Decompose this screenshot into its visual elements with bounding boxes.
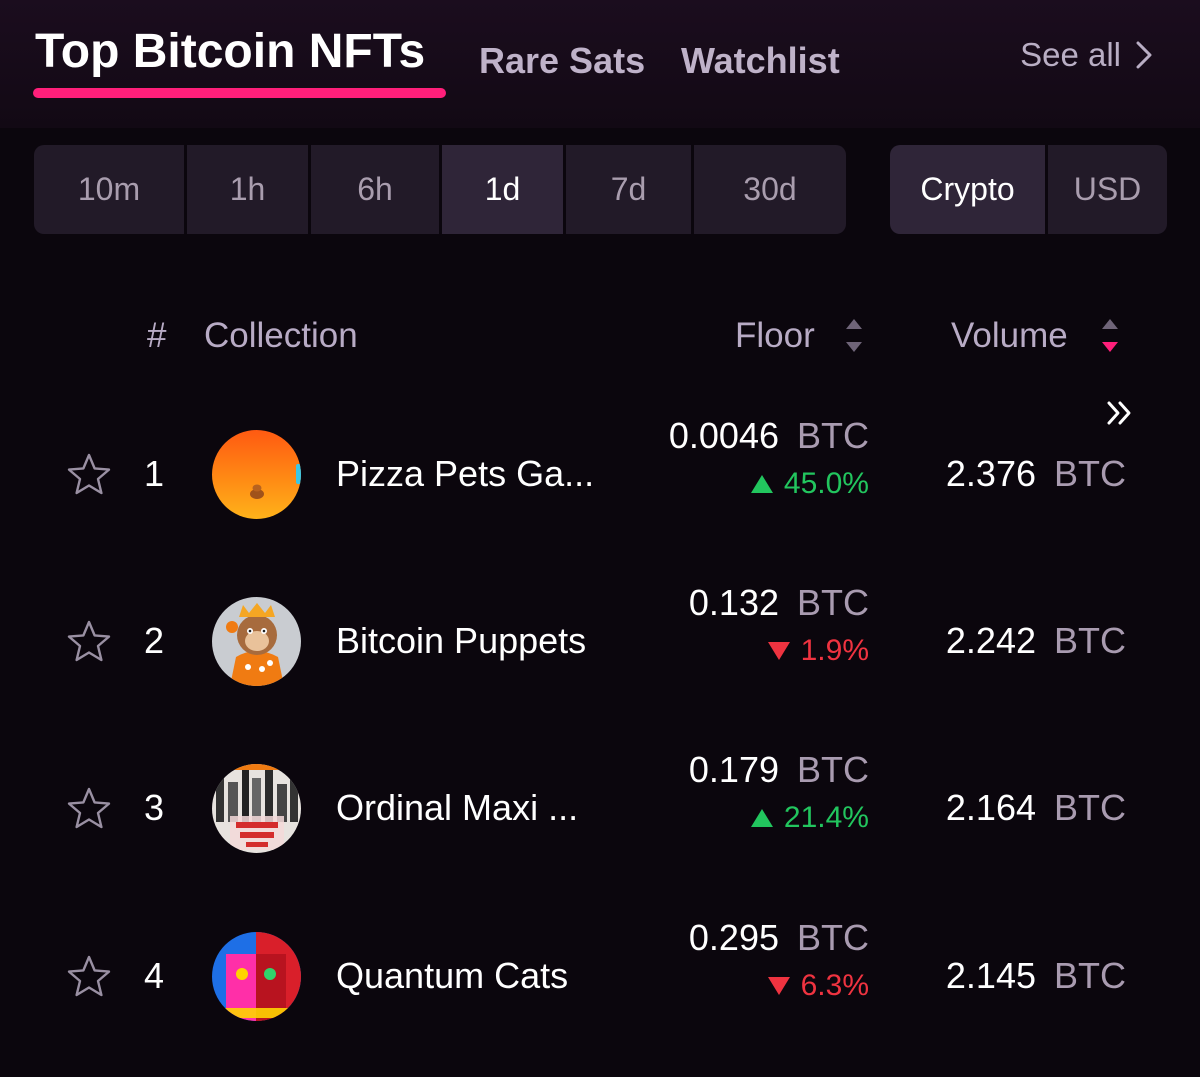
change-value: 1.9% [800,634,869,667]
column-floor-header[interactable]: Floor [735,316,815,356]
collection-name[interactable]: Pizza Pets Ga... [336,453,594,495]
floor-sort-icon[interactable] [844,314,864,356]
header-bar: Top Bitcoin NFTs Rare Sats Watchlist See… [0,0,1200,128]
time-option-6h[interactable]: 6h [311,145,439,234]
collection-avatar [212,597,301,686]
collection-name[interactable]: Bitcoin Puppets [336,620,586,662]
volume: 2.376 BTC [946,453,1126,495]
tab-watchlist[interactable]: Watchlist [681,40,840,82]
time-option-1d[interactable]: 1d [442,145,563,234]
floor-change: 45.0% [750,467,869,501]
see-all-link[interactable]: See all [1020,36,1153,74]
collection-avatar [212,430,301,519]
floor-value: 0.0046 [668,415,779,456]
table-header: # Collection Floor Volume [0,310,1200,365]
time-option-1h[interactable]: 1h [187,145,308,234]
currency-option-crypto[interactable]: Crypto [890,145,1045,234]
volume-value: 2.242 [945,620,1036,661]
volume-value: 2.145 [945,955,1036,996]
time-option-30d[interactable]: 30d [694,145,846,234]
rank-number: 3 [144,787,165,828]
volume: 2.145 BTC [946,955,1126,997]
volume: 2.242 BTC [946,620,1126,662]
collection-avatar [212,764,301,853]
column-rank-header: # [147,316,167,355]
table-row[interactable]: 2 Bitcoin Puppets 0.132 BTC 1.9% 2.242 BTC [0,582,1200,702]
collection-name[interactable]: Ordinal Maxi ... [336,787,578,829]
star-icon[interactable] [66,619,112,665]
star-icon[interactable] [66,452,112,498]
active-tab-indicator [33,88,446,98]
floor-unit: BTC [797,582,869,623]
time-option-7d[interactable]: 7d [566,145,691,234]
floor-value: 0.132 [688,582,779,623]
triangle-up-icon [750,809,773,827]
table-row[interactable]: 1 Pizza Pets Ga... 0.0046 BTC 45.0% 2.376… [0,415,1200,535]
floor-change: 1.9% [767,634,869,668]
column-collection-header: Collection [204,316,358,355]
floor-unit: BTC [797,415,869,456]
table-row[interactable]: 3 Ordinal Maxi ... 0.179 BTC 21.4% 2.164 B… [0,749,1200,869]
collection-avatar [212,932,301,1021]
floor-change: 21.4% [750,801,869,835]
triangle-up-icon [750,475,773,493]
floor-price: 0.179 BTC [689,749,869,791]
floor-unit: BTC [797,917,869,958]
floor-price: 0.295 BTC [689,917,869,959]
volume-unit: BTC [1054,787,1126,828]
rank-number: 1 [144,453,165,494]
change-value: 45.0% [783,467,869,500]
volume-unit: BTC [1054,453,1126,494]
floor-price: 0.0046 BTC [669,415,869,457]
floor-price: 0.132 BTC [689,582,869,624]
change-value: 6.3% [800,969,869,1002]
see-all-label: See all [1020,36,1121,73]
currency-option-usd[interactable]: USD [1048,145,1167,234]
star-icon[interactable] [66,786,112,832]
triangle-down-icon [767,977,790,995]
floor-unit: BTC [797,749,869,790]
tab-rare-sats[interactable]: Rare Sats [479,40,645,82]
rank-number: 2 [144,620,165,661]
column-volume-header[interactable]: Volume [951,316,1068,356]
table-row[interactable]: 4 Quantum Cats 0.295 BTC 6.3% 2.145 BTC [0,917,1200,1037]
time-range-selector: 10m 1h 6h 1d 7d 30d [34,145,846,234]
chevron-right-icon [1136,41,1152,69]
rank-number: 4 [144,955,165,996]
floor-change: 6.3% [767,969,869,1003]
volume-sort-icon[interactable] [1100,314,1120,356]
collection-name[interactable]: Quantum Cats [336,955,568,997]
volume-value: 2.164 [945,787,1036,828]
volume-value: 2.376 [945,453,1036,494]
floor-value: 0.179 [688,749,779,790]
change-value: 21.4% [783,801,869,834]
volume-unit: BTC [1054,620,1126,661]
volume: 2.164 BTC [946,787,1126,829]
volume-unit: BTC [1054,955,1126,996]
star-icon[interactable] [66,954,112,1000]
triangle-down-icon [767,642,790,660]
currency-selector: Crypto USD [890,145,1167,234]
time-option-10m[interactable]: 10m [34,145,184,234]
tab-top-bitcoin-nfts[interactable]: Top Bitcoin NFTs [35,24,425,79]
floor-value: 0.295 [688,917,779,958]
